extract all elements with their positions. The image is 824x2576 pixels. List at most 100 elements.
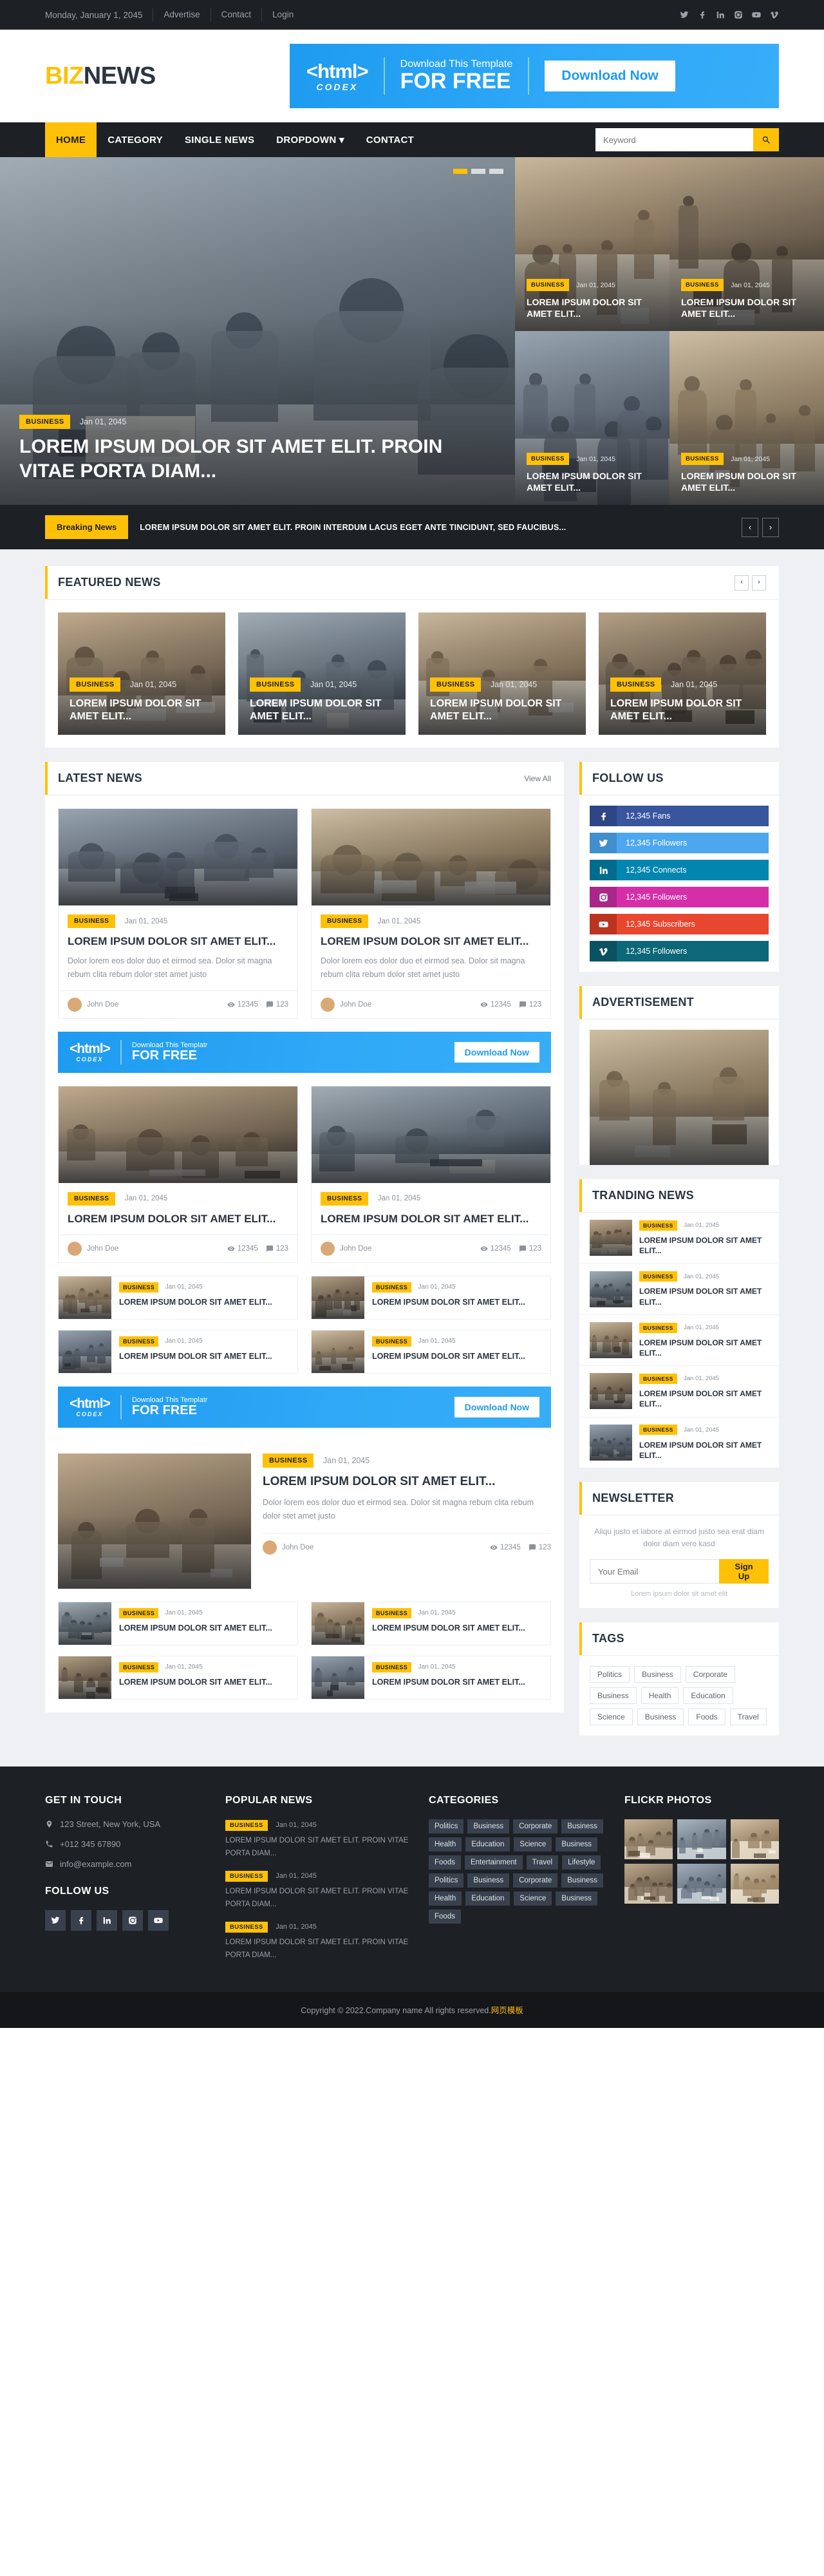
small-news-item[interactable]: BUSINESS Jan 01, 2045 LOREM IPSUM DOLOR …	[58, 1601, 298, 1645]
category-item[interactable]: Health	[429, 1891, 462, 1906]
hero-side-category[interactable]: BUSINESS	[681, 453, 724, 465]
topbar-link-login[interactable]: Login	[261, 8, 304, 21]
small-news-category[interactable]: BUSINESS	[119, 1607, 159, 1618]
small-news-category[interactable]: BUSINESS	[119, 1662, 159, 1672]
category-item[interactable]: Business	[467, 1819, 510, 1834]
tag-item[interactable]: Corporate	[685, 1666, 736, 1683]
news-card-author[interactable]: John Doe	[68, 1241, 118, 1256]
category-item[interactable]: Business	[561, 1819, 603, 1834]
hero-side-slide[interactable]: BUSINESS Jan 01, 2045 LOREM IPSUM DOLOR …	[670, 157, 824, 331]
trending-category[interactable]: BUSINESS	[639, 1271, 677, 1282]
inline-advertisement-2[interactable]: <html> CODEX Download This Templatr FOR …	[58, 1386, 551, 1428]
news-card-title[interactable]: LOREM IPSUM DOLOR SIT AMET ELIT...	[321, 934, 541, 948]
category-item[interactable]: Politics	[429, 1819, 464, 1834]
flickr-photo[interactable]	[624, 1864, 673, 1904]
news-card-category[interactable]: BUSINESS	[321, 1191, 369, 1206]
tag-item[interactable]: Business	[637, 1709, 684, 1726]
tag-item[interactable]: Foods	[688, 1709, 726, 1726]
youtube-icon[interactable]	[148, 1910, 169, 1931]
hero-side-category[interactable]: BUSINESS	[527, 279, 569, 291]
facebook-icon[interactable]	[698, 10, 707, 19]
category-item[interactable]: Science	[514, 1837, 552, 1852]
flickr-photo[interactable]	[677, 1819, 726, 1860]
small-news-item[interactable]: BUSINESS Jan 01, 2045 LOREM IPSUM DOLOR …	[58, 1655, 298, 1700]
hero-dot-3[interactable]	[489, 169, 503, 174]
tag-item[interactable]: Science	[590, 1709, 633, 1726]
small-news-category[interactable]: BUSINESS	[119, 1336, 159, 1347]
small-news-category[interactable]: BUSINESS	[372, 1282, 412, 1293]
nav-item-home[interactable]: HOME	[45, 122, 97, 157]
linkedin-icon[interactable]	[97, 1910, 117, 1931]
trending-category[interactable]: BUSINESS	[639, 1322, 677, 1333]
hero-main-category[interactable]: BUSINESS	[19, 415, 71, 429]
hero-side-title[interactable]: LOREM IPSUM DOLOR SIT AMET ELIT...	[527, 471, 658, 493]
breaking-next-button[interactable]: ›	[762, 517, 779, 537]
news-card[interactable]: BUSINESS Jan 01, 2045 LOREM IPSUM DOLOR …	[311, 1085, 551, 1263]
youtube-icon[interactable]	[752, 10, 761, 19]
breaking-prev-button[interactable]: ‹	[742, 517, 758, 537]
tag-item[interactable]: Education	[683, 1687, 733, 1705]
social-row-linkedin[interactable]: 12,345 Connects	[590, 860, 769, 880]
tag-item[interactable]: Business	[634, 1666, 681, 1683]
trending-title[interactable]: LOREM IPSUM DOLOR SIT AMET ELIT...	[639, 1338, 769, 1358]
trending-item[interactable]: BUSINESS Jan 01, 2045 LOREM IPSUM DOLOR …	[579, 1315, 779, 1367]
category-item[interactable]: Education	[465, 1891, 510, 1906]
social-row-youtube[interactable]: 12,345 Subscribers	[590, 914, 769, 934]
news-card[interactable]: BUSINESS Jan 01, 2045 LOREM IPSUM DOLOR …	[311, 808, 551, 1019]
trending-title[interactable]: LOREM IPSUM DOLOR SIT AMET ELIT...	[639, 1286, 769, 1307]
news-card-author[interactable]: John Doe	[321, 997, 371, 1012]
category-item[interactable]: Business	[556, 1891, 597, 1906]
big-feature-title[interactable]: LOREM IPSUM DOLOR SIT AMET ELIT...	[263, 1474, 551, 1490]
featured-category[interactable]: BUSINESS	[250, 677, 301, 692]
category-item[interactable]: Health	[429, 1837, 462, 1852]
category-item[interactable]: Corporate	[513, 1819, 558, 1834]
download-now-button[interactable]: Download Now	[545, 61, 675, 91]
category-item[interactable]: Science	[514, 1891, 552, 1906]
trending-item[interactable]: BUSINESS Jan 01, 2045 LOREM IPSUM DOLOR …	[579, 1366, 779, 1417]
category-item[interactable]: Business	[467, 1873, 510, 1888]
category-item[interactable]: Entertainment	[464, 1855, 523, 1870]
download-now-button[interactable]: Download Now	[454, 1041, 539, 1063]
hero-side-title[interactable]: LOREM IPSUM DOLOR SIT AMET ELIT...	[681, 471, 812, 493]
featured-title[interactable]: LOREM IPSUM DOLOR SIT AMET ELIT...	[250, 697, 394, 723]
featured-news-item[interactable]: BUSINESS Jan 01, 2045 LOREM IPSUM DOLOR …	[418, 612, 586, 735]
big-feature-article[interactable]: BUSINESS Jan 01, 2045 LOREM IPSUM DOLOR …	[45, 1441, 564, 1602]
featured-category[interactable]: BUSINESS	[70, 677, 121, 692]
social-row-twitter[interactable]: 12,345 Followers	[590, 833, 769, 853]
search-button[interactable]	[753, 128, 779, 151]
small-news-category[interactable]: BUSINESS	[372, 1662, 412, 1672]
facebook-icon[interactable]	[71, 1910, 91, 1931]
nav-item-contact[interactable]: CONTACT	[355, 122, 425, 157]
category-item[interactable]: Business	[556, 1837, 597, 1852]
hero-side-title[interactable]: LOREM IPSUM DOLOR SIT AMET ELIT...	[527, 297, 658, 319]
trending-item[interactable]: BUSINESS Jan 01, 2045 LOREM IPSUM DOLOR …	[579, 1213, 779, 1264]
small-news-item[interactable]: BUSINESS Jan 01, 2045 LOREM IPSUM DOLOR …	[311, 1329, 551, 1374]
category-item[interactable]: Corporate	[513, 1873, 558, 1888]
social-row-facebook[interactable]: 12,345 Fans	[590, 806, 769, 826]
trending-category[interactable]: BUSINESS	[639, 1425, 677, 1435]
hero-dot-1[interactable]	[453, 169, 467, 174]
hero-side-slide[interactable]: BUSINESS Jan 01, 2045 LOREM IPSUM DOLOR …	[670, 331, 824, 505]
popular-news-item[interactable]: BUSINESS Jan 01, 2045 LOREM IPSUM DOLOR …	[225, 1921, 411, 1962]
small-news-category[interactable]: BUSINESS	[372, 1607, 412, 1618]
flickr-photo[interactable]	[730, 1819, 779, 1860]
big-feature-author[interactable]: John Doe	[263, 1540, 314, 1555]
big-feature-category[interactable]: BUSINESS	[263, 1453, 314, 1468]
newsletter-email-input[interactable]	[590, 1559, 719, 1584]
trending-category[interactable]: BUSINESS	[639, 1220, 677, 1231]
featured-prev-button[interactable]: ‹	[735, 574, 749, 591]
trending-item[interactable]: BUSINESS Jan 01, 2045 LOREM IPSUM DOLOR …	[579, 1264, 779, 1315]
hero-main-title[interactable]: LOREM IPSUM DOLOR SIT AMET ELIT. PROIN V…	[19, 435, 496, 483]
advertisement-image[interactable]	[590, 1030, 769, 1165]
small-news-item[interactable]: BUSINESS Jan 01, 2045 LOREM IPSUM DOLOR …	[311, 1275, 551, 1320]
social-row-vimeo[interactable]: 12,345 Followers	[590, 941, 769, 961]
category-item[interactable]: Business	[561, 1873, 603, 1888]
popular-news-item[interactable]: BUSINESS Jan 01, 2045 LOREM IPSUM DOLOR …	[225, 1870, 411, 1911]
flickr-photo[interactable]	[730, 1864, 779, 1904]
small-news-title[interactable]: LOREM IPSUM DOLOR SIT AMET ELIT...	[119, 1623, 272, 1633]
breaking-news-text[interactable]: LOREM IPSUM DOLOR SIT AMET ELIT. PROIN I…	[140, 523, 742, 532]
flickr-photo[interactable]	[624, 1819, 673, 1860]
copyright-link[interactable]: 网页模板	[491, 2006, 523, 2015]
news-card-category[interactable]: BUSINESS	[68, 914, 116, 928]
featured-category[interactable]: BUSINESS	[610, 677, 662, 692]
